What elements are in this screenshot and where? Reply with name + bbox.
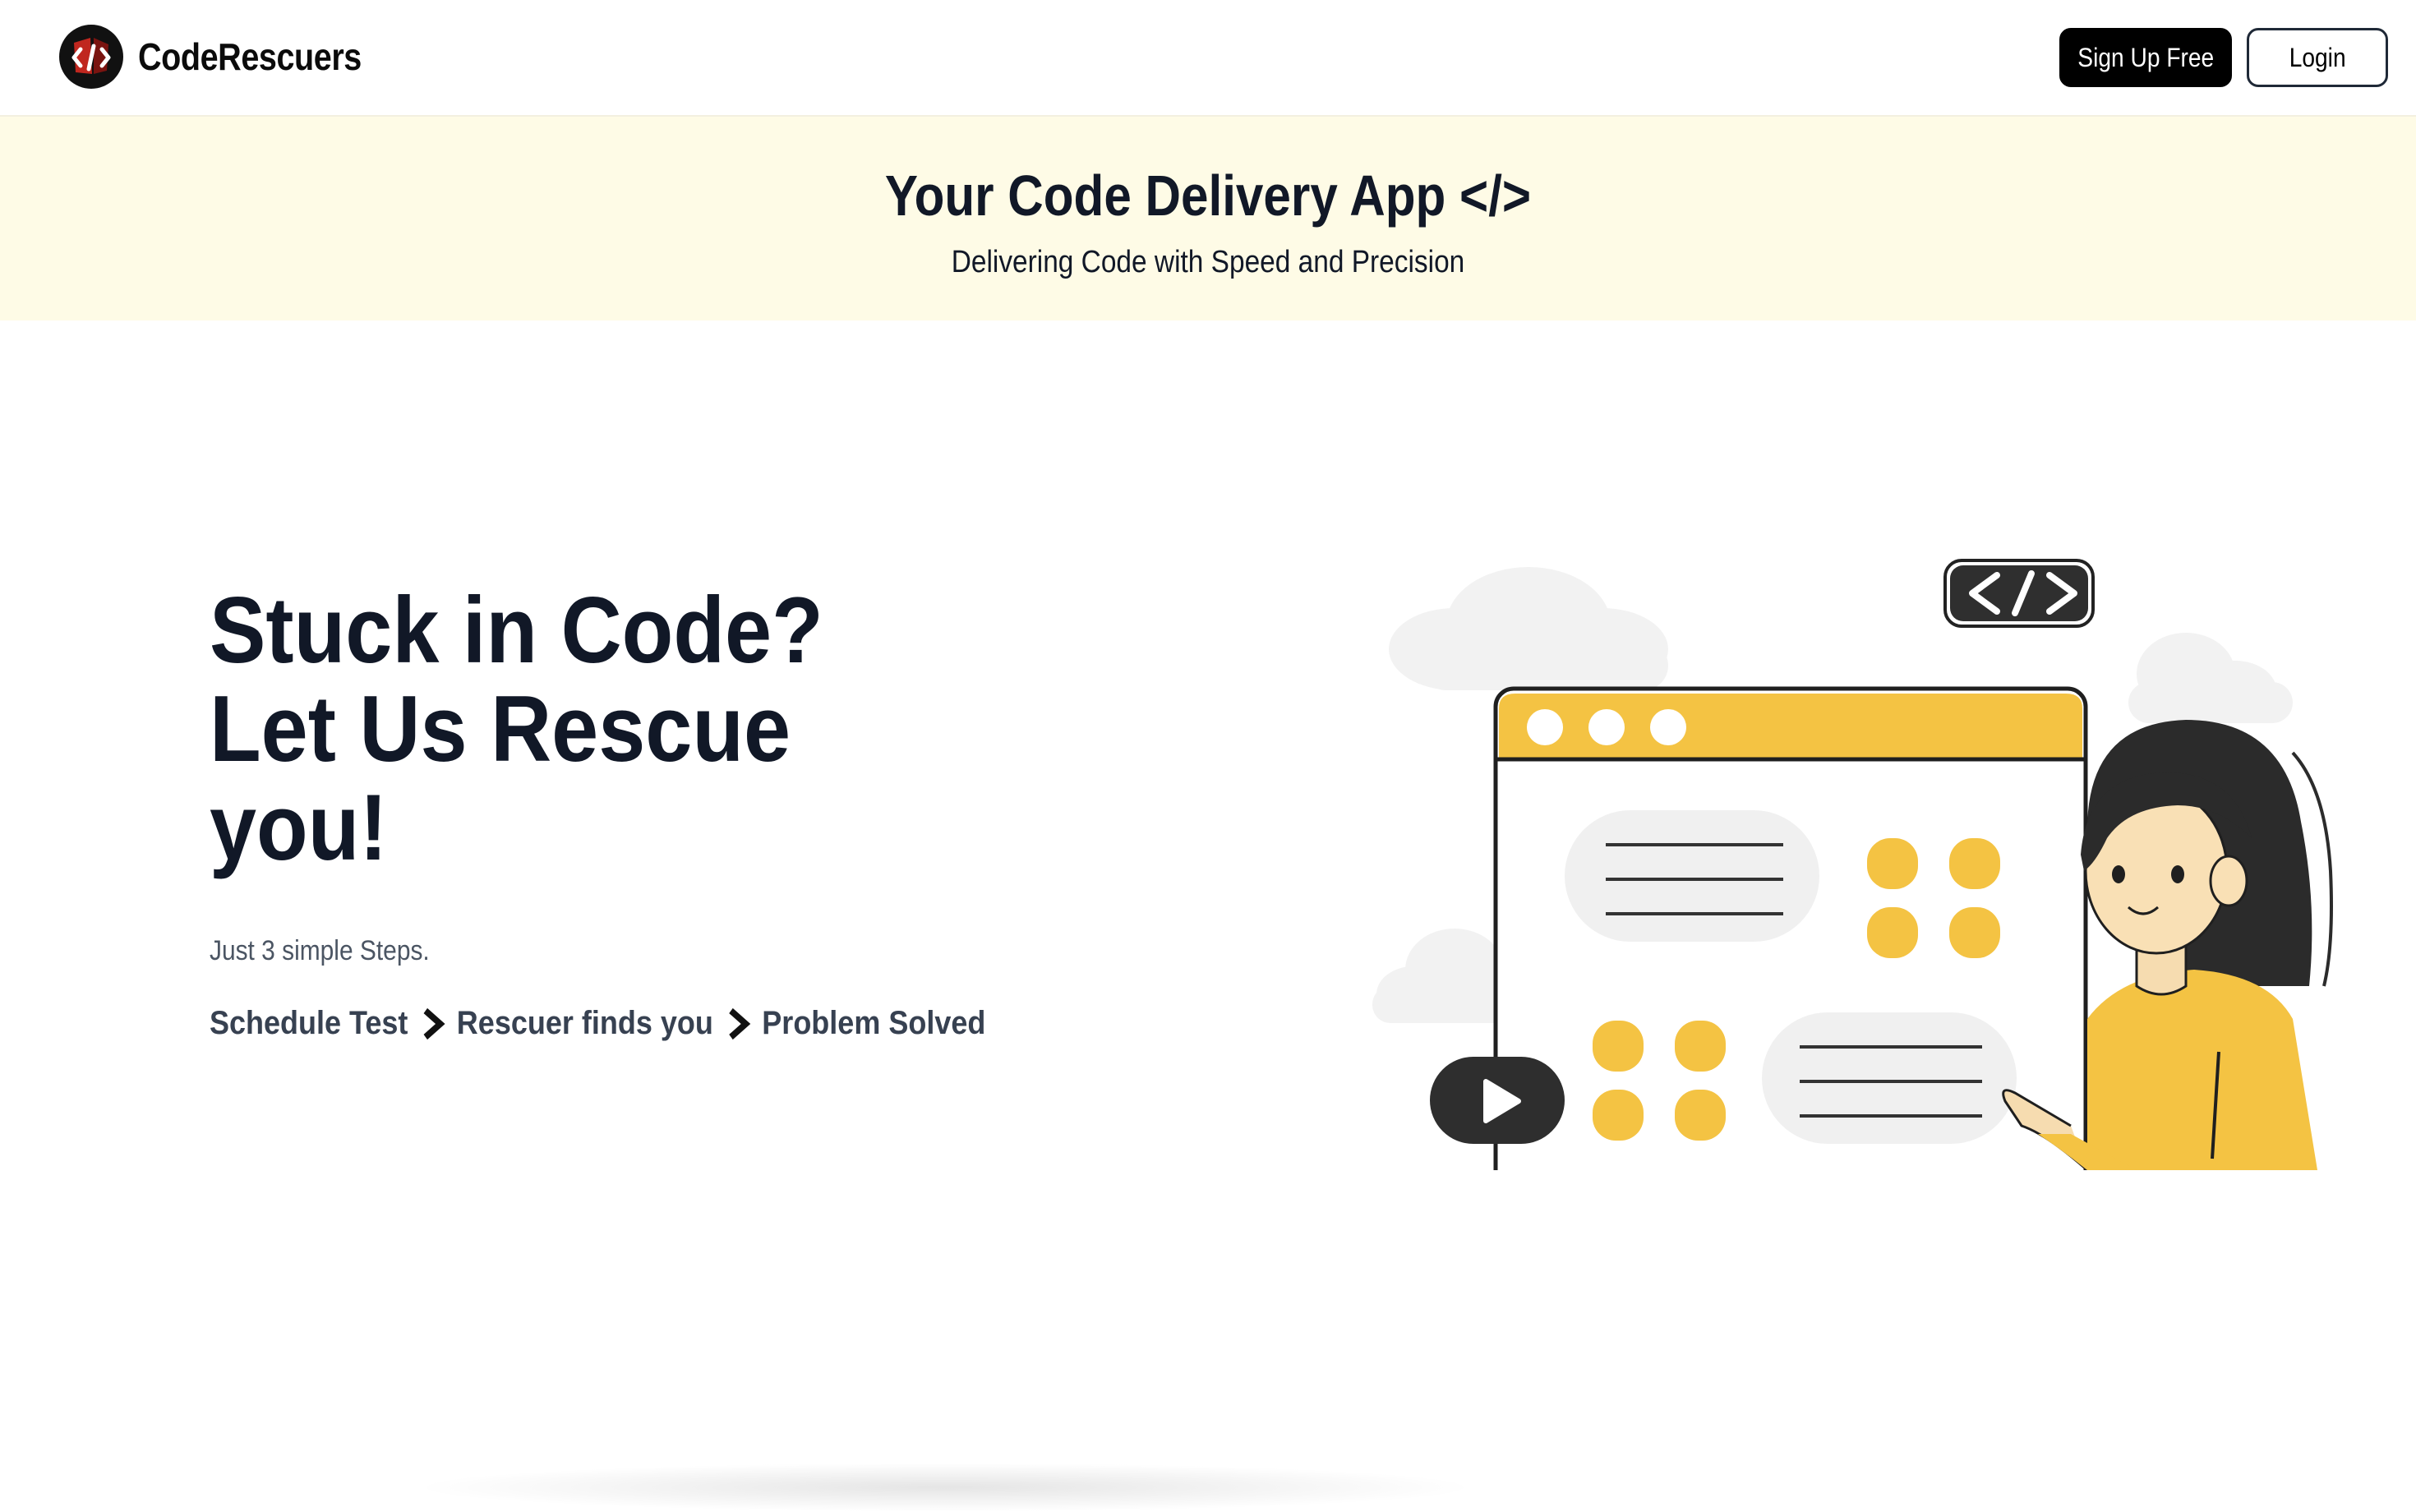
hero-illustration [1372, 559, 2333, 1170]
steps-list: Schedule Test Rescuer finds you Problem … [210, 1005, 985, 1042]
chevron-right-icon [423, 1007, 445, 1040]
login-button-label: Login [2289, 42, 2346, 72]
login-button[interactable]: Login [2247, 28, 2388, 87]
hero-heading-line: you! [210, 776, 388, 880]
play-icon[interactable] [1430, 1057, 1565, 1144]
banner-title: Your Code Delivery App </> [884, 164, 1532, 228]
hero-heading-line: Stuck in Code? [210, 579, 823, 683]
signup-button[interactable]: Sign Up Free [2059, 28, 2232, 87]
code-tag-icon [1943, 559, 2095, 628]
browser-window-graphic [1493, 686, 2088, 1170]
cloud-icon [2128, 633, 2293, 723]
cloud-icon [1389, 567, 1668, 690]
banner-subtitle: Delivering Code with Speed and Precision [951, 245, 1465, 279]
brand-name: CodeRescuers [138, 35, 362, 78]
step-problem-solved: Problem Solved [762, 1005, 986, 1041]
cloud-icon [1372, 929, 1512, 1023]
signup-button-label: Sign Up Free [2077, 42, 2214, 72]
step-schedule-test: Schedule Test [210, 1005, 408, 1041]
step-rescuer-finds-you: Rescuer finds you [456, 1005, 713, 1041]
bottom-shadow [411, 1463, 1479, 1512]
brand-logo-icon [59, 25, 123, 89]
hero-heading-line: Let Us Rescue [210, 677, 791, 781]
chevron-right-icon [729, 1007, 751, 1040]
nav-actions: Sign Up Free Login [2059, 28, 2388, 87]
hero-tagline: Just 3 simple Steps. [210, 935, 430, 966]
hero-section: Stuck in Code? Let Us Rescue you! Just 3… [0, 320, 2416, 1512]
brand-link[interactable]: CodeRescuers [58, 23, 398, 90]
hero-heading: Stuck in Code? Let Us Rescue you! [210, 582, 875, 878]
top-navbar: CodeRescuers Sign Up Free Login [0, 0, 2416, 117]
hero-banner: Your Code Delivery App </> Delivering Co… [0, 117, 2416, 320]
